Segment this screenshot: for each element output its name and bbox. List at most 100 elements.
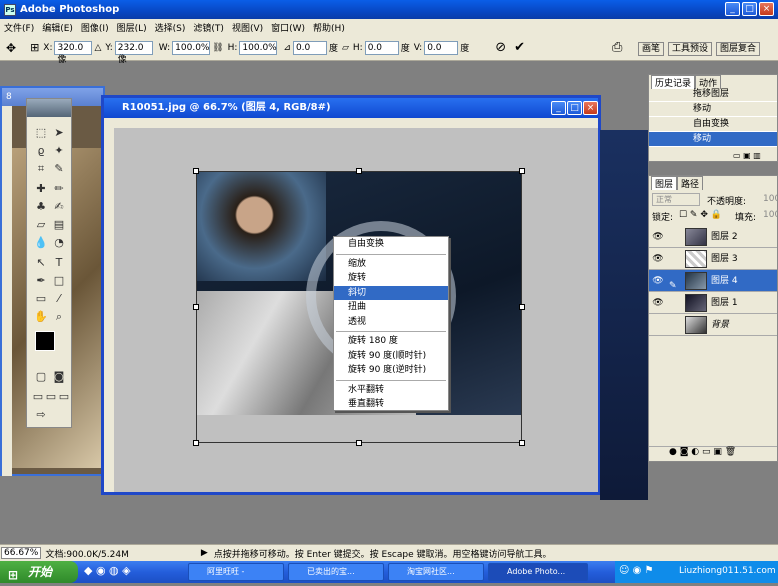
- transform-handle[interactable]: [193, 304, 199, 310]
- menu-select[interactable]: 选择(S): [151, 21, 190, 34]
- transform-handle[interactable]: [519, 168, 525, 174]
- layer-row[interactable]: 背景: [649, 314, 777, 336]
- menu-image[interactable]: 图像(I): [77, 21, 113, 34]
- close-button[interactable]: ×: [759, 2, 774, 16]
- menu-item-scale[interactable]: 缩放: [334, 257, 448, 272]
- quicklaunch-icons[interactable]: ◆ ◉ ◍ ◈: [84, 564, 131, 577]
- task-button-sold-items[interactable]: 已卖出的宝...: [288, 563, 384, 581]
- minimize-button[interactable]: _: [725, 2, 740, 16]
- w-field[interactable]: 100.0%: [172, 40, 211, 55]
- menu-filter[interactable]: 滤镜(T): [189, 21, 228, 34]
- menu-item-rotate-90-cw[interactable]: 旋转 90 度(顺时针): [334, 349, 448, 364]
- blur-tool-icon[interactable]: 💧: [33, 235, 49, 251]
- task-button-taobao-community[interactable]: 淘宝网社区...: [388, 563, 484, 581]
- hand-tool-icon[interactable]: ✋: [33, 309, 49, 325]
- magic-wand-icon[interactable]: ✦: [51, 143, 67, 159]
- layers-footer-icons[interactable]: ● ◙ ◐ ▭ ▣ 🗑: [649, 446, 777, 461]
- blend-mode-select[interactable]: 正常: [652, 193, 700, 206]
- doc-close-button[interactable]: ×: [583, 101, 598, 115]
- history-new-snapshot-icon[interactable]: ▭ ▣ ▥: [733, 151, 761, 160]
- angle-field[interactable]: 0.0: [292, 40, 327, 55]
- eye-icon[interactable]: 👁: [652, 253, 664, 265]
- relative-icon[interactable]: △: [94, 43, 101, 53]
- fill-field[interactable]: 100: [763, 210, 778, 220]
- menu-item-rotate-90-ccw[interactable]: 旋转 90 度(逆时针): [334, 363, 448, 378]
- second-document-window[interactable]: [600, 130, 648, 500]
- quickmask-mode-icon[interactable]: ◙: [51, 369, 67, 385]
- shape-tool-icon[interactable]: □: [51, 273, 67, 289]
- menu-file[interactable]: 文件(F): [0, 21, 38, 34]
- layer-row[interactable]: 👁 图层 2: [649, 226, 777, 248]
- layer-row[interactable]: 👁 图层 3: [649, 248, 777, 270]
- dodge-tool-icon[interactable]: ◔: [51, 235, 67, 251]
- tab-history[interactable]: 历史记录: [651, 75, 696, 89]
- menu-item-skew[interactable]: 斜切: [334, 285, 448, 300]
- menu-view[interactable]: 视图(V): [228, 21, 267, 34]
- gradient-tool-icon[interactable]: ▤: [51, 217, 67, 233]
- eraser-tool-icon[interactable]: ▱: [33, 217, 49, 233]
- brush-tool-icon[interactable]: ✏: [51, 181, 67, 197]
- notes-tool-icon[interactable]: ▭: [33, 291, 49, 307]
- eye-icon[interactable]: 👁: [652, 231, 664, 243]
- path-select-icon[interactable]: ↖: [33, 255, 49, 271]
- pen-tool-icon[interactable]: ✒: [33, 273, 49, 289]
- marquee-tool-icon[interactable]: ⬚: [33, 125, 49, 141]
- layer-row-selected[interactable]: 👁 ✎ 图层 4: [649, 270, 777, 292]
- history-brush-icon[interactable]: ✍: [51, 199, 67, 215]
- menu-item-flip-vertical[interactable]: 垂直翻转: [334, 397, 448, 412]
- transform-handle[interactable]: [193, 440, 199, 446]
- standard-mode-icon[interactable]: ▢: [33, 369, 49, 385]
- hskew-field[interactable]: 0.0: [364, 40, 399, 55]
- transform-handle[interactable]: [519, 440, 525, 446]
- maximize-button[interactable]: □: [742, 2, 757, 16]
- lasso-tool-icon[interactable]: ϱ: [33, 143, 49, 159]
- cancel-transform-icon[interactable]: ⊘: [495, 40, 506, 55]
- history-item-selected[interactable]: 移动: [649, 132, 777, 147]
- jump-to-imageready-icon[interactable]: ⇨: [33, 407, 49, 423]
- move-tool-icon[interactable]: ✥: [6, 41, 16, 55]
- tray-icons[interactable]: ☺ ◉ ⚑: [619, 565, 653, 576]
- zoom-tool-icon[interactable]: ⌕: [51, 309, 67, 325]
- commit-transform-icon[interactable]: ✔: [514, 40, 525, 55]
- tab-paths[interactable]: 路径: [677, 176, 704, 190]
- x-field[interactable]: 320.0 像: [54, 40, 93, 65]
- start-button[interactable]: ⊞ 开始: [0, 561, 78, 583]
- layer-row[interactable]: 👁 图层 1: [649, 292, 777, 314]
- eyedropper-icon[interactable]: ⁄: [51, 291, 67, 307]
- transform-handle[interactable]: [193, 168, 199, 174]
- menu-item-flip-horizontal[interactable]: 水平翻转: [334, 383, 448, 398]
- task-button-photoshop[interactable]: Adobe Photo...: [488, 563, 588, 581]
- screen-mode-3-icon[interactable]: ▭: [56, 389, 72, 405]
- history-item[interactable]: 自由变换: [649, 117, 777, 132]
- doc-maximize-button[interactable]: □: [567, 101, 582, 115]
- opacity-field[interactable]: 100: [763, 194, 778, 204]
- menu-edit[interactable]: 编辑(E): [38, 21, 77, 34]
- tab-layer-comps[interactable]: 图层复合: [716, 42, 761, 56]
- eye-icon[interactable]: 👁: [652, 297, 664, 309]
- h-field[interactable]: 100.0%: [239, 40, 278, 55]
- menu-item-rotate-180[interactable]: 旋转 180 度: [334, 334, 448, 349]
- type-tool-icon[interactable]: T: [51, 255, 67, 271]
- slice-tool-icon[interactable]: ✎: [51, 161, 67, 177]
- clone-stamp-icon[interactable]: ♣: [33, 199, 49, 215]
- foreground-color-swatch[interactable]: [35, 331, 55, 351]
- menu-item-rotate[interactable]: 旋转: [334, 271, 448, 286]
- move-tool-icon[interactable]: ➤: [51, 125, 67, 141]
- healing-brush-icon[interactable]: ✚: [33, 181, 49, 197]
- tab-layers[interactable]: 图层: [651, 176, 678, 190]
- menu-help[interactable]: 帮助(H): [309, 21, 349, 34]
- history-item[interactable]: 移动: [649, 102, 777, 117]
- menu-layer[interactable]: 图层(L): [113, 21, 151, 34]
- menu-item-perspective[interactable]: 透视: [334, 315, 448, 330]
- task-button-aliwangwang[interactable]: 阿里旺旺 -: [188, 563, 284, 581]
- tab-tool-presets[interactable]: 工具预设: [668, 42, 713, 56]
- history-item[interactable]: 拖移图层: [649, 87, 777, 102]
- reference-point-icon[interactable]: ⊞: [30, 41, 39, 54]
- lock-icons[interactable]: ☐ ✎ ✥ 🔒: [679, 210, 722, 220]
- transform-handle[interactable]: [356, 168, 362, 174]
- zoom-field[interactable]: 66.67%: [1, 547, 42, 559]
- menu-window[interactable]: 窗口(W): [267, 21, 309, 34]
- transform-handle[interactable]: [519, 304, 525, 310]
- file-browser-icon[interactable]: ⎙: [612, 40, 622, 55]
- menu-item-free-transform[interactable]: 自由变换: [334, 237, 448, 252]
